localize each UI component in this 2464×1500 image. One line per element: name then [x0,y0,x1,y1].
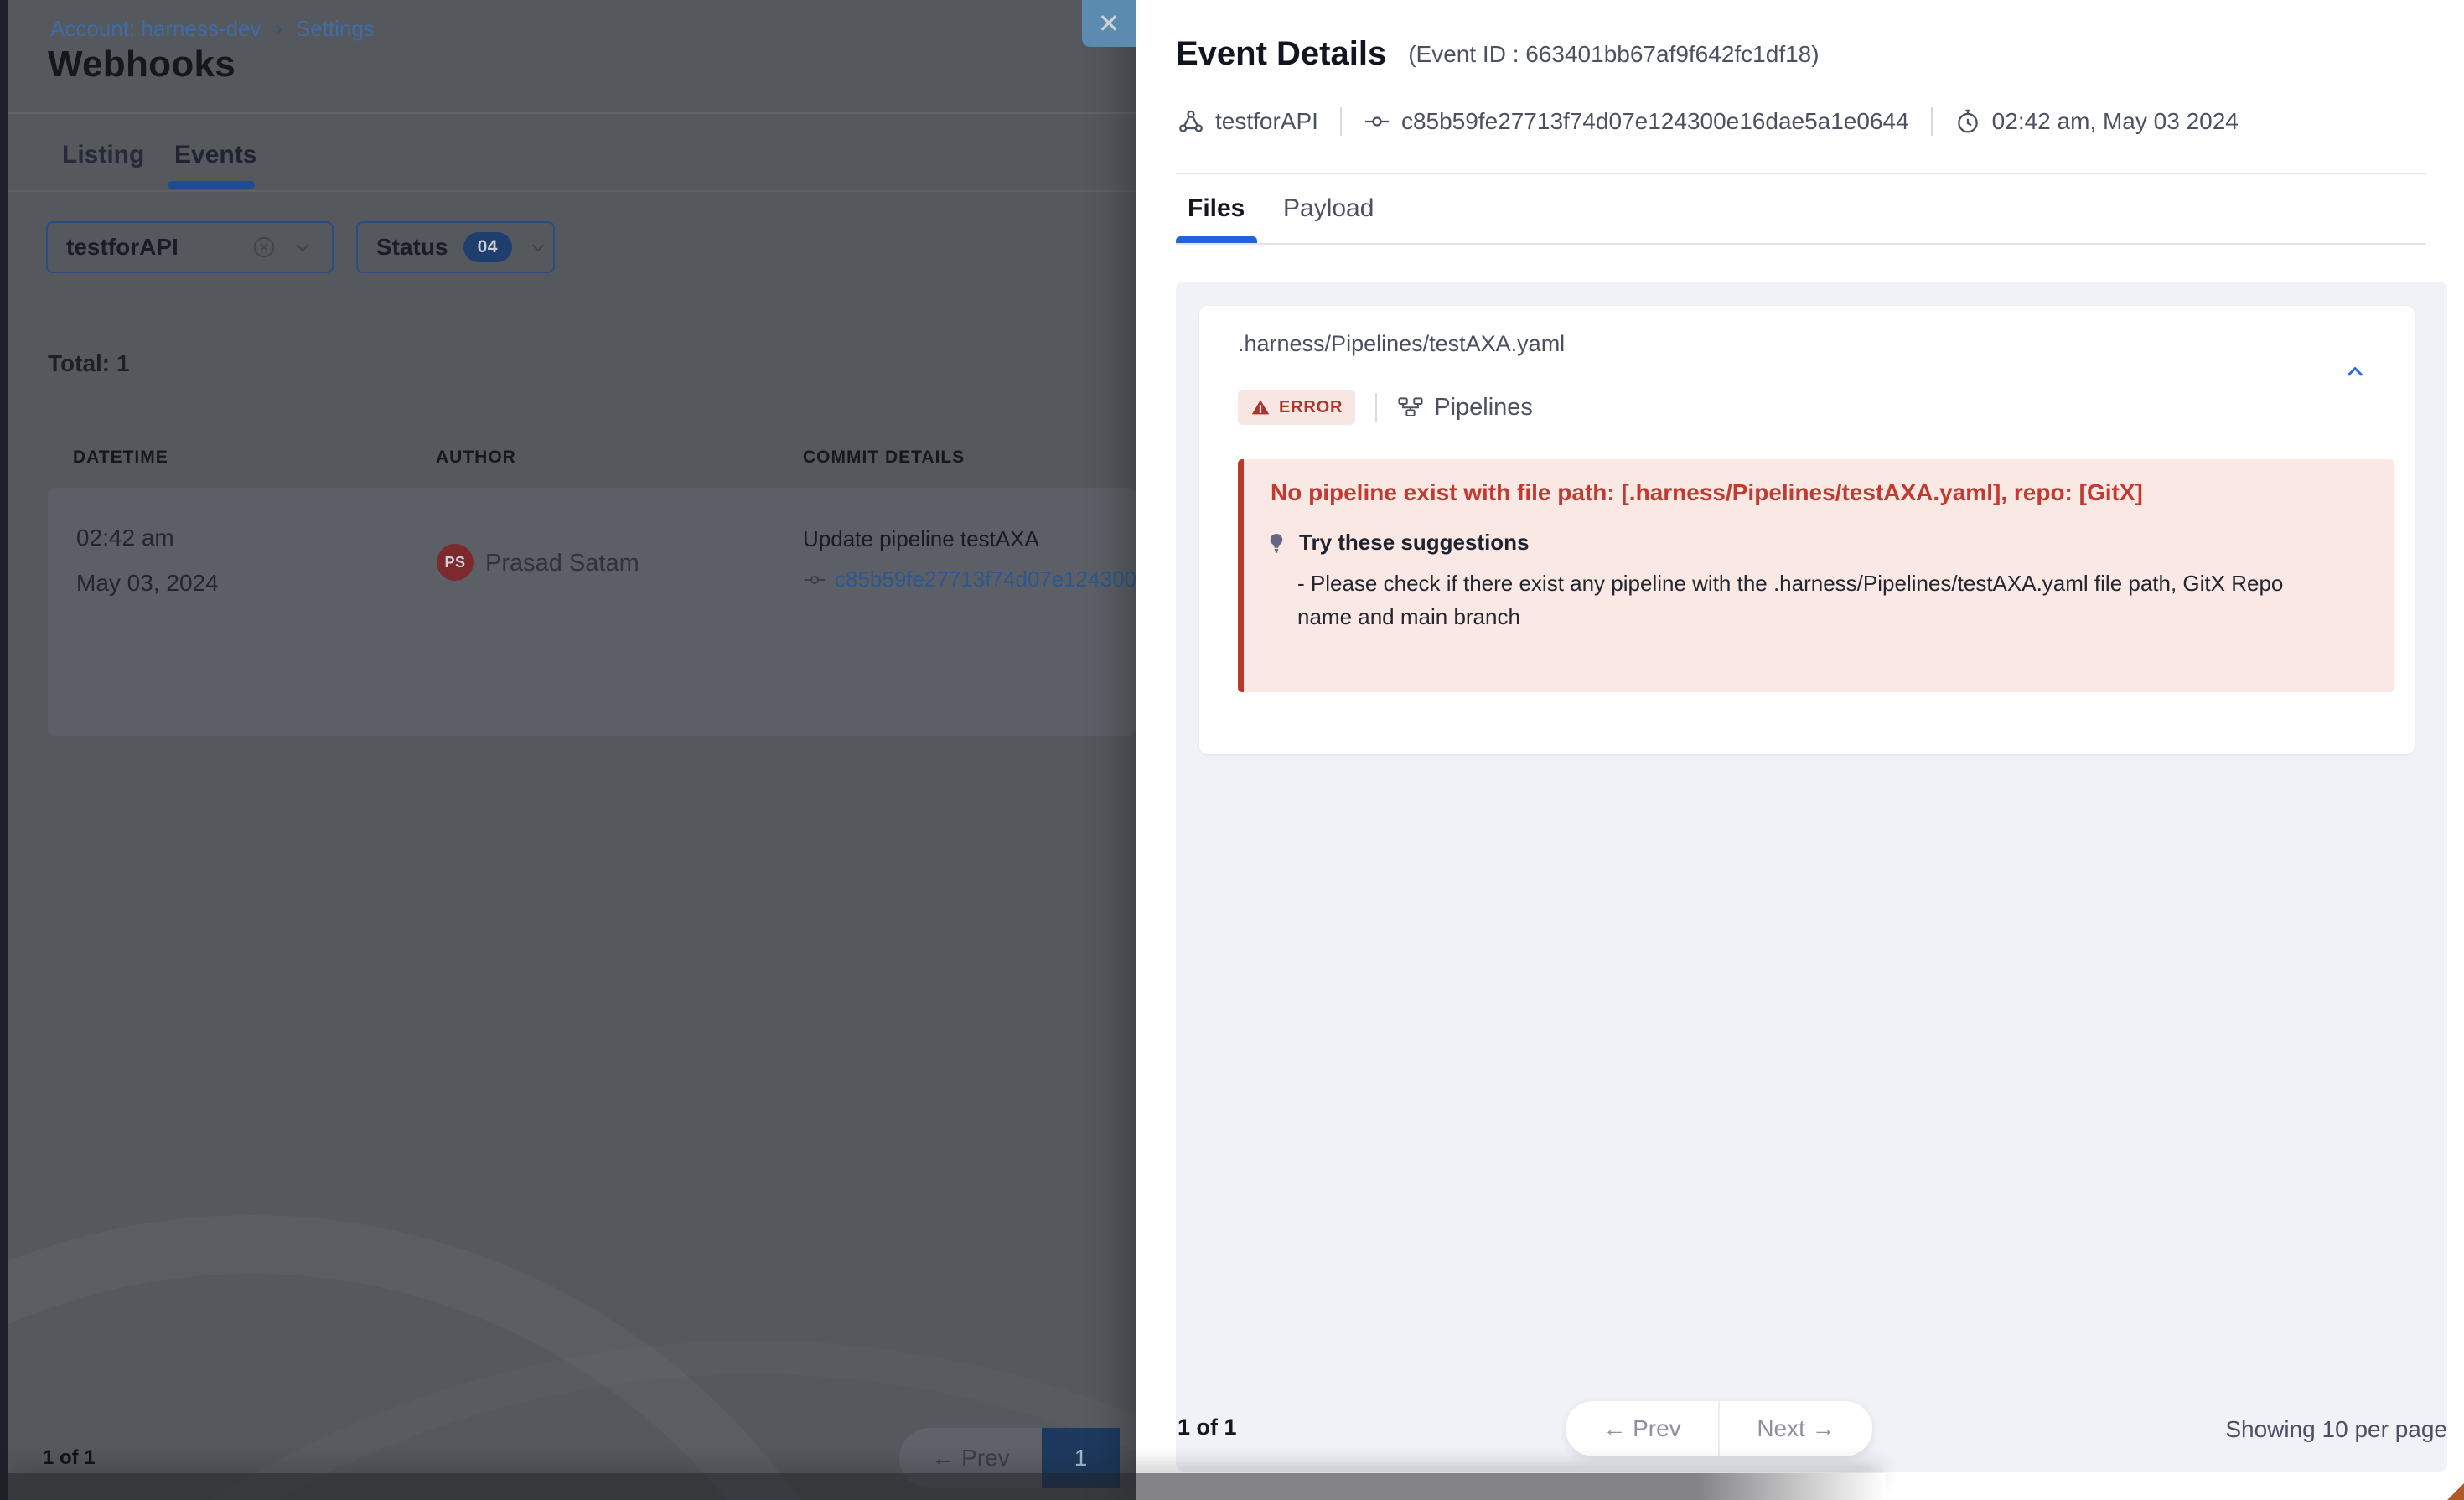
commit-hash-link[interactable]: c85b59fe27713f74d07e124300e16dae5a1e0644 [835,566,1136,592]
webhook-name: testforAPI [1215,108,1318,135]
left-edge-strip [0,0,8,1500]
breadcrumb: Account: harness-dev › Settings [50,15,375,42]
event-time: 02:42 am [76,525,174,551]
warning-triangle-icon [1250,397,1271,417]
suggestions-header: Try these suggestions [1266,530,1530,556]
chevron-up-icon[interactable] [2342,359,2368,385]
event-table-row[interactable]: 02:42 am May 03, 2024 PS Prasad Satam Up… [48,488,1136,736]
active-tab-underline [168,181,255,189]
author-avatar: PS [437,544,474,581]
clear-filter-icon[interactable] [251,235,277,260]
tab-events[interactable]: Events [174,141,256,169]
pipelines-icon [1397,394,1424,421]
next-button[interactable]: Next → [1720,1415,1872,1442]
commit-hash-text: c85b59fe27713f74d07e124300e16dae5a1e0644 [1401,108,1909,135]
breadcrumb-settings-link[interactable]: Settings [296,16,375,42]
webhook-filter-dropdown[interactable]: testforAPI [46,221,334,273]
drawer-header: Event Details (Event ID : 663401bb67af9f… [1176,35,1820,73]
files-tab-content: .harness/Pipelines/testAXA.yaml ERROR [1176,282,2447,1472]
status-count-badge: 04 [463,232,512,262]
drawer-header-divider [1176,173,2426,174]
column-header-commit-details: COMMIT DETAILS [803,447,965,468]
page-count-summary: 1 of 1 [43,1446,96,1470]
tabs-divider [8,190,1136,192]
status-filter-dropdown[interactable]: Status 04 [356,221,555,273]
clock-icon [1954,108,1981,135]
column-header-datetime: DATETIME [73,447,168,468]
suggestions-title: Try these suggestions [1299,530,1530,556]
event-timestamp: 02:42 am, May 03 2024 [1992,108,2239,135]
webhook-filter-value: testforAPI [66,234,236,261]
event-meta-row: testforAPI c85b59fe27713f74d07e124300e16… [1178,107,2239,136]
page-title: Webhooks [48,44,236,85]
file-status-row: ERROR Pipelines [1238,388,1533,427]
chevron-down-icon[interactable] [292,236,313,258]
commit-meta: c85b59fe27713f74d07e124300e16dae5a1e0644 [1364,108,1909,135]
file-result-card: .harness/Pipelines/testAXA.yaml ERROR [1199,306,2415,754]
commit-icon [803,568,826,592]
meta-divider [1931,107,1933,136]
drawer-pagination: ← Prev Next → [1566,1401,1872,1456]
total-count: Total: 1 [48,350,129,377]
prev-page-button[interactable]: ← Prev [899,1445,1042,1472]
screen: Account: harness-dev › Settings Webhooks… [0,0,2464,1500]
author-name: Prasad Satam [485,550,639,577]
error-status-badge: ERROR [1238,390,1355,425]
event-details-drawer: Event Details (Event ID : 663401bb67af9f… [1136,0,2464,1500]
tab-files[interactable]: Files [1188,194,1245,223]
file-path: .harness/Pipelines/testAXA.yaml [1238,331,1565,357]
error-message-box: No pipeline exist with file path: [.harn… [1238,459,2394,692]
meta-divider [1340,107,1342,136]
breadcrumb-account-link[interactable]: Account: harness-dev [50,16,261,42]
tab-payload[interactable]: Payload [1283,194,1374,223]
event-date: May 03, 2024 [76,570,219,597]
breadcrumb-chevron-icon: › [274,15,282,42]
drawer-title: Event Details [1176,35,1386,73]
per-page-label: Showing 10 per page [2225,1416,2447,1443]
tab-listing[interactable]: Listing [62,141,144,169]
webhook-icon [1178,108,1204,135]
error-status-label: ERROR [1279,398,1343,417]
bottom-overlay-bar [0,1473,1886,1500]
header-divider [8,112,1136,114]
lightbulb-icon [1266,532,1287,554]
column-header-author: AUTHOR [436,447,516,468]
webhook-meta: testforAPI [1178,108,1318,135]
timestamp-meta: 02:42 am, May 03 2024 [1954,108,2239,135]
commit-icon [1364,108,1390,135]
close-drawer-button[interactable]: ✕ [1082,0,1136,47]
corner-resize-marker [2447,1483,2464,1500]
commit-message: Update pipeline testAXA [803,526,1039,552]
entity-type-label: Pipelines [1434,394,1533,422]
drawer-page-summary: 1 of 1 [1178,1415,1237,1441]
suggestion-text: - Please check if there exist any pipeli… [1297,566,2295,634]
chevron-down-icon[interactable] [527,236,549,258]
prev-button[interactable]: ← Prev [1566,1415,1718,1442]
status-row-divider [1375,393,1377,422]
commit-hash-row: c85b59fe27713f74d07e124300e16dae5a1e0644 [803,566,1136,592]
drawer-tabs-divider [1176,243,2426,245]
event-id: (Event ID : 663401bb67af9f642fc1df18) [1408,41,1819,68]
status-filter-label: Status [376,234,448,261]
error-title: No pipeline exist with file path: [.harn… [1271,479,2143,506]
entity-type: Pipelines [1397,394,1533,422]
